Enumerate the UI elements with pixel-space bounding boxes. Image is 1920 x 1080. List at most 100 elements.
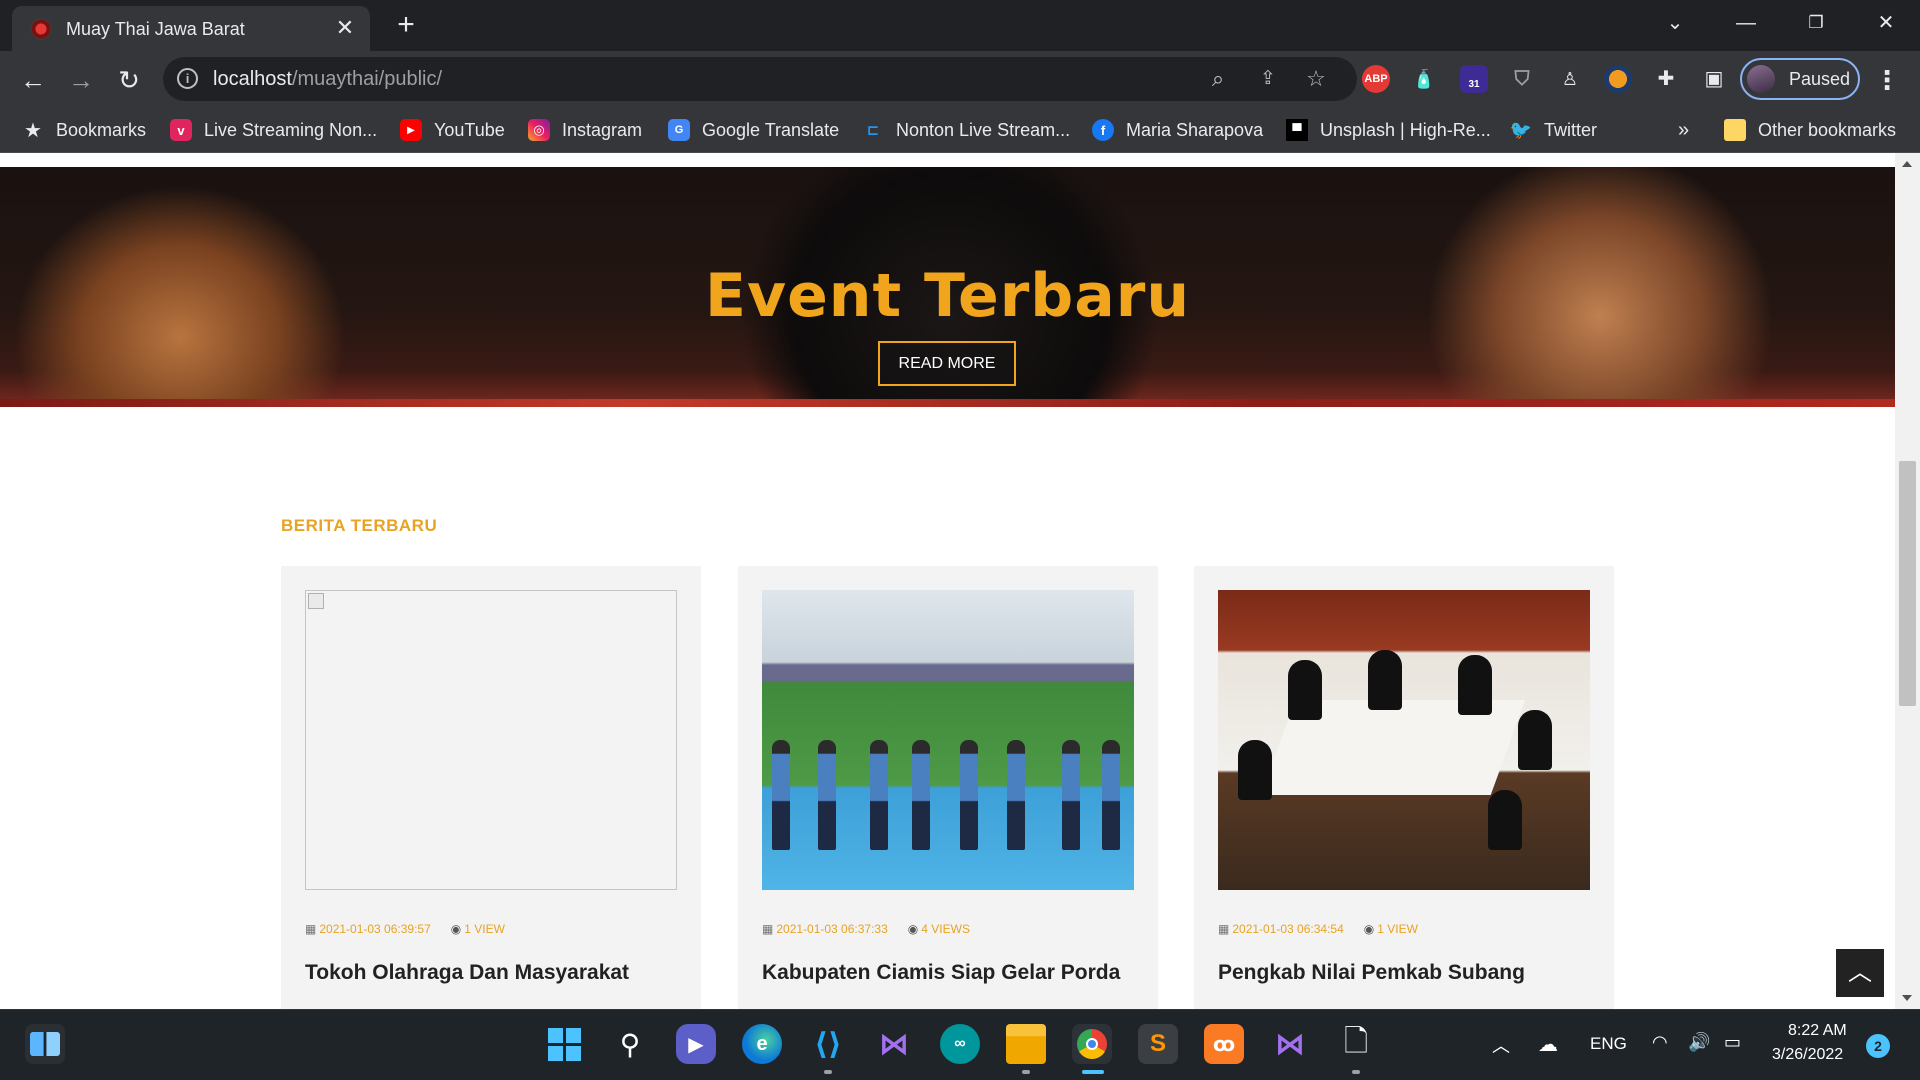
scroll-up-arrow-icon[interactable] [1902, 161, 1912, 167]
chat-icon[interactable]: ▶ [676, 1024, 716, 1064]
close-window-button[interactable]: ✕ [1866, 8, 1906, 38]
bookmark-maria-sharapova[interactable]: f Maria Sharapova [1092, 116, 1263, 144]
folder-icon [1724, 119, 1746, 141]
scroll-down-arrow-icon[interactable] [1902, 995, 1912, 1001]
bookmark-twitter[interactable]: 🐦 Twitter [1510, 116, 1597, 144]
bookmark-label: YouTube [434, 119, 505, 140]
battery-icon[interactable]: ▭ [1724, 1032, 1741, 1053]
address-bar[interactable]: i localhost/muaythai/public/ ⌕ ⇪ ☆ [163, 57, 1357, 101]
eye-icon: ◉ [1363, 922, 1375, 936]
bookmark-unsplash[interactable]: ▀ Unsplash | High-Re... [1286, 116, 1491, 144]
news-meta: ▦ 2021-01-03 06:39:57 ◉ 1 VIEW [305, 922, 505, 936]
photo-figure [870, 740, 888, 850]
news-title[interactable]: Kabupaten Ciamis Siap Gelar Porda [762, 958, 1134, 988]
bookmark-youtube[interactable]: ▶ YouTube [400, 116, 505, 144]
extension-orange-icon[interactable] [1604, 65, 1632, 93]
tab-close-button[interactable]: ✕ [332, 15, 358, 41]
start-icon[interactable] [544, 1024, 584, 1064]
extension-figure-icon[interactable]: ♙ [1556, 65, 1584, 93]
bookmark-label: Nonton Live Stream... [896, 119, 1071, 140]
bookmark-nonton-live[interactable]: ⊏ Nonton Live Stream... [862, 116, 1070, 144]
clock-date[interactable]: 3/26/2022 [1772, 1046, 1843, 1064]
site-info-icon[interactable]: i [177, 68, 198, 89]
shield-icon[interactable]: ⛉ [1508, 65, 1536, 93]
running-indicator [824, 1070, 832, 1074]
minimize-button[interactable]: — [1726, 8, 1766, 38]
bookmark-instagram[interactable]: ◎ Instagram [528, 116, 642, 144]
chrome-menu-button[interactable]: ⋮ [1872, 63, 1902, 97]
broken-image[interactable] [305, 590, 677, 890]
calendar-icon: ▦ [762, 922, 774, 936]
news-title[interactable]: Pengkab Nilai Pemkab Subang [1218, 958, 1590, 988]
vscode-icon[interactable]: ⟨⟩ [808, 1024, 848, 1064]
photo-figure [1518, 710, 1552, 770]
broken-image-icon [308, 593, 324, 609]
active-indicator [1082, 1070, 1104, 1074]
news-photo-stadium[interactable] [762, 590, 1134, 890]
bookmark-live-streaming[interactable]: v Live Streaming Non... [170, 116, 377, 144]
visual-studio-icon[interactable]: ⋈ [874, 1024, 914, 1064]
notification-badge[interactable]: 2 [1866, 1034, 1890, 1058]
extension-bottle-icon[interactable]: 🧴 [1410, 65, 1438, 93]
calendar-icon: ▦ [1218, 922, 1230, 936]
bookmark-star-icon[interactable]: ☆ [1303, 66, 1329, 92]
news-card[interactable]: ▦ 2021-01-03 06:34:54 ◉ 1 VIEW Pengkab Nil… [1194, 566, 1614, 1009]
tab-strip: Muay Thai Jawa Barat ✕ + ⌄ — ❐ ✕ [0, 0, 1920, 51]
url-text[interactable]: localhost/muaythai/public/ [213, 68, 442, 91]
search-icon[interactable]: ⚲ [610, 1024, 650, 1064]
profile-button[interactable]: Paused [1740, 58, 1860, 100]
ring-rope [0, 399, 1895, 407]
language-indicator[interactable]: ENG [1590, 1034, 1627, 1054]
running-indicator [1352, 1070, 1360, 1074]
visual-studio-icon[interactable]: ⋈ [1270, 1024, 1310, 1064]
active-tab[interactable]: Muay Thai Jawa Barat ✕ [12, 6, 370, 51]
tray-overflow-icon[interactable]: ︿ [1492, 1032, 1510, 1058]
adblock-plus-icon[interactable]: ABP [1362, 65, 1390, 93]
bookmark-google-translate[interactable]: G Google Translate [668, 116, 839, 144]
bookmarks-overflow-button[interactable]: » [1678, 116, 1689, 144]
news-photo-meeting[interactable] [1218, 590, 1590, 890]
sublime-text-icon[interactable]: S [1138, 1024, 1178, 1064]
eye-icon: ◉ [450, 922, 462, 936]
news-views: ◉ 1 VIEW [1363, 922, 1418, 936]
arduino-icon[interactable]: ∞ [940, 1024, 980, 1064]
bookmark-bookmarks[interactable]: ★ Bookmarks [22, 116, 146, 144]
notepad-icon[interactable]: 🗋 [1336, 1024, 1376, 1064]
twitter-icon: 🐦 [1509, 119, 1533, 140]
file-explorer-icon[interactable] [1006, 1024, 1046, 1064]
url-path: /muaythai/public/ [291, 68, 443, 90]
zoom-icon[interactable]: ⌕ [1205, 66, 1231, 92]
forward-button[interactable]: → [64, 63, 98, 97]
scroll-thumb[interactable] [1899, 461, 1916, 706]
youtube-icon: ▶ [400, 119, 422, 141]
onedrive-icon[interactable]: ☁ [1538, 1032, 1558, 1057]
other-bookmarks[interactable]: Other bookmarks [1724, 116, 1896, 144]
photo-figure [1368, 650, 1402, 710]
news-views: ◉ 4 VIEWS [907, 922, 970, 936]
new-tab-button[interactable]: + [390, 10, 422, 40]
news-card[interactable]: ▦ 2021-01-03 06:39:57 ◉ 1 VIEW Tokoh Olahr… [281, 566, 701, 1009]
bookmark-label: Live Streaming Non... [204, 119, 378, 140]
news-meta: ▦ 2021-01-03 06:37:33 ◉ 4 VIEWS [762, 922, 970, 936]
news-card[interactable]: ▦ 2021-01-03 06:37:33 ◉ 4 VIEWS Kabupaten … [738, 566, 1158, 1009]
reload-button[interactable]: ↻ [112, 63, 146, 97]
wifi-icon[interactable]: ◠ [1652, 1032, 1668, 1053]
photo-figure [1238, 740, 1272, 800]
page-scrollbar[interactable] [1895, 153, 1920, 1009]
restore-button[interactable]: ❐ [1796, 8, 1836, 38]
chrome-icon[interactable] [1072, 1024, 1112, 1064]
edge-icon[interactable]: e [742, 1024, 782, 1064]
badge-count-icon[interactable]: 31 [1460, 65, 1488, 93]
clock-time[interactable]: 8:22 AM [1788, 1022, 1847, 1040]
xampp-icon[interactable]: ꝏ [1204, 1024, 1244, 1064]
scroll-to-top-button[interactable]: ︿ [1836, 949, 1884, 997]
side-panel-icon[interactable]: ▣ [1700, 65, 1728, 93]
back-button[interactable]: ← [16, 63, 50, 97]
volume-icon[interactable]: 🔊 [1688, 1032, 1710, 1053]
share-icon[interactable]: ⇪ [1255, 66, 1281, 92]
tab-search-icon[interactable]: ⌄ [1655, 8, 1695, 38]
extensions-puzzle-icon[interactable]: ✚ [1652, 65, 1680, 93]
news-title[interactable]: Tokoh Olahraga Dan Masyarakat [305, 958, 677, 988]
widgets-icon[interactable] [25, 1024, 65, 1064]
read-more-button[interactable]: READ MORE [878, 341, 1016, 386]
